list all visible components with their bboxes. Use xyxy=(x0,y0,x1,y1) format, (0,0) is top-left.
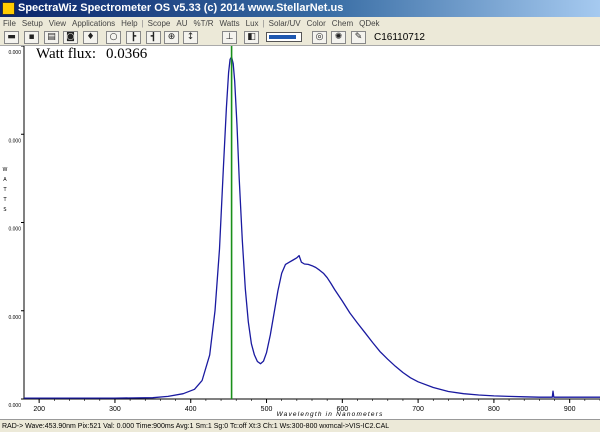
integration-time-bar[interactable] xyxy=(266,32,302,42)
y-axis-label-letter: S xyxy=(3,207,7,213)
y-tick-label: 0.000 xyxy=(8,403,21,409)
dark-icon[interactable]: ◧ xyxy=(244,31,259,44)
menu-help[interactable]: Help xyxy=(121,19,137,28)
y-axis-label-letter: A xyxy=(3,177,7,183)
pin-icon[interactable]: ♦ xyxy=(83,31,98,44)
menu-applications[interactable]: Applications xyxy=(72,19,115,28)
integration-time-fill xyxy=(269,35,297,39)
y-tick-label: 0.000 xyxy=(8,50,21,56)
x-tick-label: 700 xyxy=(412,406,424,413)
menu--t-r[interactable]: %T/R xyxy=(193,19,213,28)
watt-flux-value: 0.0366 xyxy=(106,46,148,62)
scale-icon[interactable]: ↕ xyxy=(183,31,198,44)
window-title: SpectraWiz Spectrometer OS v5.33 (c) 201… xyxy=(18,2,344,14)
menu-watts[interactable]: Watts xyxy=(219,19,239,28)
color-wheel-icon[interactable]: ✺ xyxy=(331,31,346,44)
detector-id: C16110712 xyxy=(374,32,425,43)
watt-flux-label: Watt flux: xyxy=(36,46,97,62)
menu-lux[interactable]: Lux xyxy=(246,19,259,28)
y-tick-label: 0.000 xyxy=(8,227,21,233)
camera-icon[interactable]: ◙ xyxy=(63,31,78,44)
menu-separator: | xyxy=(262,19,265,28)
x-axis-label: Wavelength in Nanometers xyxy=(276,411,383,418)
window-title-bar: SpectraWiz Spectrometer OS v5.33 (c) 201… xyxy=(0,0,600,17)
watt-flux-readout: Watt flux: 0.0366 xyxy=(36,46,147,62)
toolbar: C16110712 ▬ ▪ ▤ ◙ ♦ ○ ┣ ┫ ⊕ ↕ ⊥ ◧ ◎ ✺ ✎ xyxy=(0,30,600,46)
menu-qdek[interactable]: QDek xyxy=(359,19,379,28)
spectrum-plot[interactable]: 0.000 0.000 0.000 0.000 0.000 200 300 400 500 600… xyxy=(0,45,600,418)
menu-color[interactable]: Color xyxy=(307,19,326,28)
y-axis-label-letter: T xyxy=(3,197,7,203)
y-axis-label-letter: T xyxy=(3,187,7,193)
x-tick-label: 500 xyxy=(261,406,273,413)
x-tick-label: 300 xyxy=(109,406,121,413)
status-bar: RAD-> Wave:453.90nm Pix:521 Val: 0.000 T… xyxy=(0,419,600,432)
x-tick-label: 400 xyxy=(185,406,197,413)
bulb-icon[interactable]: ○ xyxy=(106,31,121,44)
zoom-icon[interactable]: ⊕ xyxy=(164,31,179,44)
menu-separator: | xyxy=(141,19,144,28)
x-tick-label: 200 xyxy=(33,406,45,413)
y-axis-label: WATTS xyxy=(1,165,9,215)
x-tick-label: 900 xyxy=(564,406,576,413)
app-icon[interactable] xyxy=(2,2,15,15)
save-icon[interactable]: ▪ xyxy=(24,31,39,44)
menu-chem[interactable]: Chem xyxy=(332,19,353,28)
peak-icon[interactable]: ⊥ xyxy=(222,31,237,44)
menu-file[interactable]: File xyxy=(3,19,16,28)
print-icon[interactable]: ▤ xyxy=(44,31,59,44)
spectrum-chart[interactable]: 0.0000.0000.0000.0000.000200 300 400 500 600… xyxy=(0,45,600,418)
light-ring-icon[interactable]: ◎ xyxy=(312,31,327,44)
y-tick-label: 0.000 xyxy=(8,315,21,321)
y-axis-label-letter: W xyxy=(2,167,8,173)
menu-scope[interactable]: Scope xyxy=(148,19,171,28)
marker-right-icon[interactable]: ┫ xyxy=(146,31,161,44)
open-icon[interactable]: ▬ xyxy=(4,31,19,44)
palette-icon[interactable]: ✎ xyxy=(351,31,366,44)
spectrum-line xyxy=(24,56,600,399)
menu-solar-uv[interactable]: Solar/UV xyxy=(269,19,301,28)
menu-view[interactable]: View xyxy=(49,19,66,28)
menu-setup[interactable]: Setup xyxy=(22,19,43,28)
marker-left-icon[interactable]: ┣ xyxy=(126,31,141,44)
y-tick-label: 0.000 xyxy=(8,138,21,144)
menu-bar: File Setup View Applications Help | Scope AU %T/… xyxy=(0,17,600,30)
x-tick-label: 800 xyxy=(488,406,500,413)
menu-au[interactable]: AU xyxy=(176,19,187,28)
